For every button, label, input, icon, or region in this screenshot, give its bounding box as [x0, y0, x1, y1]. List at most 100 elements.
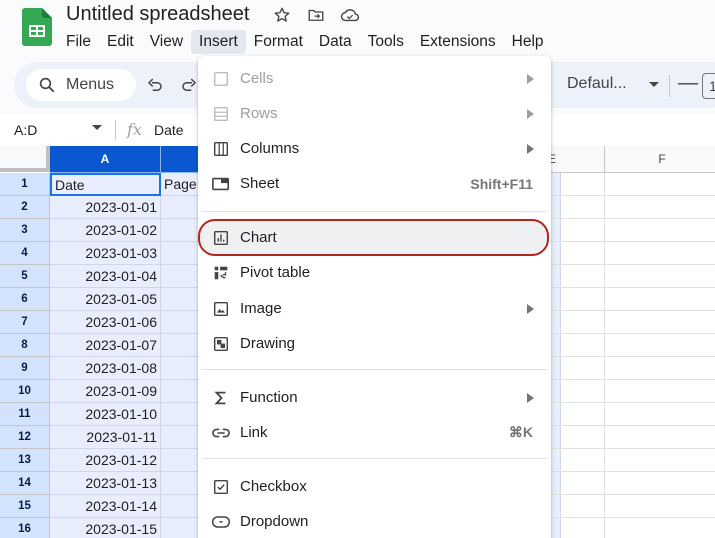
- row-header[interactable]: 1: [0, 173, 50, 196]
- cell-a[interactable]: 2023-01-14: [50, 495, 161, 518]
- cell-a[interactable]: 2023-01-12: [50, 449, 161, 472]
- cell-a[interactable]: 2023-01-15: [50, 518, 161, 538]
- insert-menu-dropdown[interactable]: Dropdown: [198, 505, 551, 538]
- cell-e[interactable]: [551, 173, 605, 196]
- cell-e[interactable]: [551, 311, 605, 334]
- row-header[interactable]: 6: [0, 288, 50, 311]
- cell-a[interactable]: 2023-01-02: [50, 219, 161, 242]
- cell-e[interactable]: [551, 357, 605, 380]
- cell-e[interactable]: [551, 196, 605, 219]
- cell-a[interactable]: 2023-01-09: [50, 380, 161, 403]
- insert-menu-pivot-table[interactable]: Pivot table: [198, 256, 551, 289]
- cloud-status-icon[interactable]: [340, 5, 360, 25]
- insert-menu-function[interactable]: Function: [198, 381, 551, 414]
- search-menus-button[interactable]: Menus: [26, 69, 136, 101]
- row-header[interactable]: 3: [0, 219, 50, 242]
- row-header[interactable]: 14: [0, 472, 50, 495]
- star-icon[interactable]: [272, 5, 292, 25]
- cell-a[interactable]: 2023-01-13: [50, 472, 161, 495]
- cell-f[interactable]: [605, 265, 715, 288]
- insert-menu-rows[interactable]: Rows: [198, 97, 551, 130]
- cell-a[interactable]: 2023-01-03: [50, 242, 161, 265]
- decrease-font-size-button[interactable]: —: [678, 72, 698, 95]
- redo-button[interactable]: [178, 74, 200, 96]
- cell-f[interactable]: [605, 311, 715, 334]
- cell-a[interactable]: 2023-01-10: [50, 403, 161, 426]
- menu-edit[interactable]: Edit: [99, 30, 142, 54]
- insert-menu-image[interactable]: Image: [198, 292, 551, 325]
- insert-menu-link[interactable]: Link ⌘K: [198, 416, 551, 449]
- cell-a[interactable]: 2023-01-08: [50, 357, 161, 380]
- menu-data[interactable]: Data: [311, 30, 360, 54]
- insert-menu-chart[interactable]: Chart: [198, 219, 549, 256]
- cell-a[interactable]: 2023-01-11: [50, 426, 161, 449]
- cell-f[interactable]: [605, 380, 715, 403]
- undo-button[interactable]: [144, 74, 166, 96]
- cell-f[interactable]: [605, 196, 715, 219]
- cell-f[interactable]: [605, 426, 715, 449]
- cell-a[interactable]: 2023-01-07: [50, 334, 161, 357]
- cell-a1[interactable]: Date: [50, 173, 161, 196]
- cell-f[interactable]: [605, 288, 715, 311]
- formula-input[interactable]: Date: [154, 122, 184, 138]
- menu-insert[interactable]: Insert: [191, 30, 246, 54]
- cell-f[interactable]: [605, 242, 715, 265]
- insert-menu-sheet[interactable]: Sheet Shift+F11: [198, 167, 551, 200]
- menu-extensions[interactable]: Extensions: [412, 30, 504, 54]
- cell-a[interactable]: 2023-01-05: [50, 288, 161, 311]
- cell-e[interactable]: [551, 334, 605, 357]
- cell-e[interactable]: [551, 403, 605, 426]
- cell-e[interactable]: [551, 449, 605, 472]
- cell-f[interactable]: [605, 403, 715, 426]
- cell-f[interactable]: [605, 357, 715, 380]
- row-header[interactable]: 8: [0, 334, 50, 357]
- cell-f[interactable]: [605, 495, 715, 518]
- name-box-dropdown-icon[interactable]: [92, 125, 102, 130]
- cell-e[interactable]: [551, 288, 605, 311]
- row-header[interactable]: 15: [0, 495, 50, 518]
- menu-format[interactable]: Format: [246, 30, 311, 54]
- column-header-a[interactable]: A: [50, 146, 161, 173]
- row-header[interactable]: 4: [0, 242, 50, 265]
- font-family-select[interactable]: Defaul...: [567, 75, 659, 93]
- cell-f[interactable]: [605, 173, 715, 196]
- name-box[interactable]: A:D: [14, 122, 37, 138]
- cell-e[interactable]: [551, 426, 605, 449]
- insert-menu-cells[interactable]: Cells: [198, 62, 551, 95]
- menu-view[interactable]: View: [142, 30, 191, 54]
- cell-e[interactable]: [551, 472, 605, 495]
- row-header[interactable]: 2: [0, 196, 50, 219]
- cell-e[interactable]: [551, 219, 605, 242]
- menu-help[interactable]: Help: [504, 30, 552, 54]
- cell-e[interactable]: [551, 495, 605, 518]
- cell-f[interactable]: [605, 449, 715, 472]
- cell-a[interactable]: 2023-01-01: [50, 196, 161, 219]
- document-title[interactable]: Untitled spreadsheet: [66, 3, 249, 26]
- select-all-corner[interactable]: [0, 146, 50, 172]
- row-header[interactable]: 12: [0, 426, 50, 449]
- cell-f[interactable]: [605, 219, 715, 242]
- insert-menu-columns[interactable]: Columns: [198, 132, 551, 165]
- row-header[interactable]: 13: [0, 449, 50, 472]
- cell-e[interactable]: [551, 265, 605, 288]
- insert-menu-drawing[interactable]: Drawing: [198, 327, 551, 360]
- cell-f[interactable]: [605, 334, 715, 357]
- row-header[interactable]: 9: [0, 357, 50, 380]
- insert-menu-checkbox[interactable]: Checkbox: [198, 470, 551, 503]
- cell-e[interactable]: [551, 242, 605, 265]
- cell-a[interactable]: 2023-01-06: [50, 311, 161, 334]
- row-header[interactable]: 16: [0, 518, 50, 538]
- row-header[interactable]: 10: [0, 380, 50, 403]
- cell-e[interactable]: [551, 380, 605, 403]
- menu-file[interactable]: File: [58, 30, 99, 54]
- cell-e[interactable]: [551, 518, 605, 538]
- row-header[interactable]: 7: [0, 311, 50, 334]
- row-header[interactable]: 5: [0, 265, 50, 288]
- column-header-f[interactable]: F: [605, 146, 715, 173]
- sheets-logo-icon[interactable]: [22, 8, 52, 46]
- cell-a[interactable]: 2023-01-04: [50, 265, 161, 288]
- row-header[interactable]: 11: [0, 403, 50, 426]
- font-size-input[interactable]: 1: [702, 73, 715, 99]
- menu-tools[interactable]: Tools: [360, 30, 412, 54]
- move-to-folder-icon[interactable]: [306, 5, 326, 25]
